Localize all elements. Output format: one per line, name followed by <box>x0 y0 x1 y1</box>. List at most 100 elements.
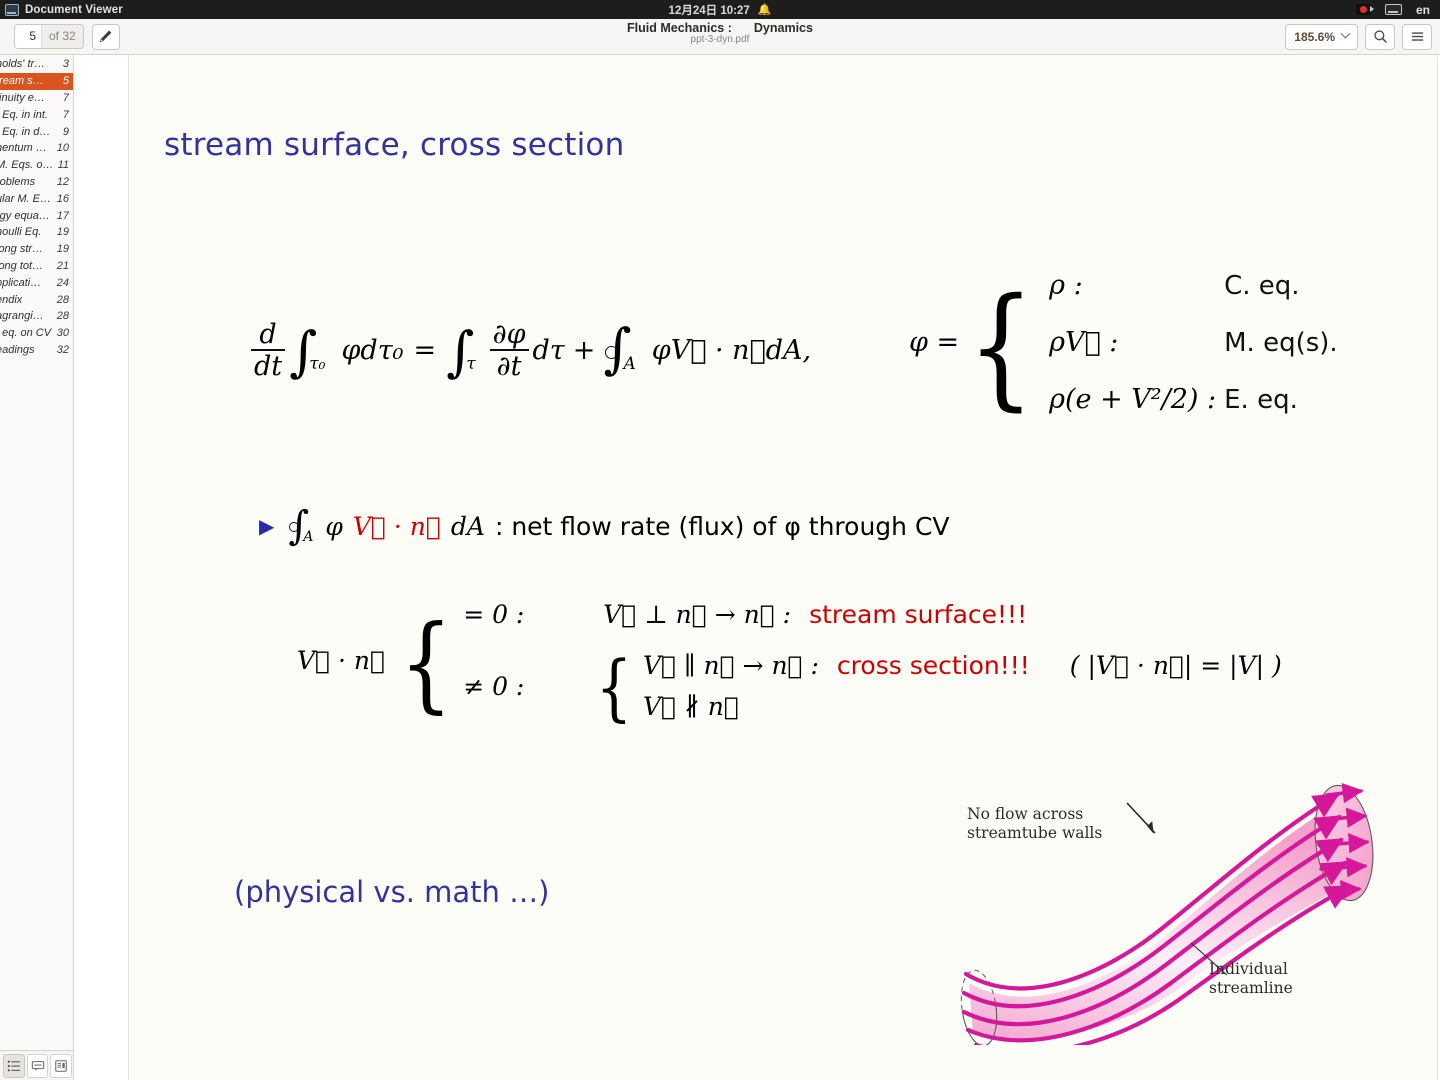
page-number-input[interactable]: 5 <box>15 25 41 48</box>
document-title-main: Fluid Mechanics : <box>627 21 732 35</box>
outline-item[interactable]: roblems 12 <box>0 174 73 191</box>
integral-2-limit: τ <box>466 354 476 375</box>
outline-item-page: 19 <box>56 226 69 239</box>
outline-view-button[interactable] <box>3 1053 25 1078</box>
outline-item[interactable]: endix 28 <box>0 291 73 308</box>
outline-item-page: 11 <box>57 159 69 172</box>
outline-item[interactable]: ular M. E… 16 <box>0 190 73 207</box>
annotation-view-icon <box>31 1060 44 1071</box>
outline-item-page: 10 <box>56 142 69 155</box>
outline-item-label: noulli Eq. <box>0 226 42 239</box>
outline-item[interactable]: . Eq. in d… 9 <box>0 123 73 140</box>
document-filename: ppt-3-dyn.pdf <box>690 34 750 45</box>
outline-item-label: pplicati… <box>0 276 42 289</box>
outline-item-label: ular M. E… <box>0 192 52 205</box>
case-neq0-row: ≠ 0 : { V⃗ ∥ n⃗ → n⃗ : cross section!!! … <box>463 645 1282 729</box>
document-title-sub: Dynamics <box>753 21 813 35</box>
integral-1-body: φdτ₀ <box>341 334 404 366</box>
outline-item-label: nolds' tr… <box>0 58 46 71</box>
outline-item-page: 28 <box>56 310 69 323</box>
bullet-v-dot-n: V⃗ · n⃗ <box>352 512 441 541</box>
outline-item[interactable]: long tot… 21 <box>0 258 73 275</box>
outline-item-page: 19 <box>56 243 69 256</box>
outline-view-icon <box>7 1060 20 1071</box>
outline-item-page: 16 <box>56 192 69 205</box>
document-title: Fluid Mechanics : Dynamics <box>0 21 1440 35</box>
outline-item[interactable]: tream s… 5 <box>0 72 73 90</box>
system-app-entry[interactable]: Document Viewer <box>0 3 123 16</box>
outline-item[interactable]: rgy equa… 17 <box>0 207 73 224</box>
case-eq0-math: V⃗ ⊥ n⃗ → n⃗ : <box>603 600 792 629</box>
slide-content: stream surface, cross section d dt ∫ τ₀ … <box>129 55 1437 1080</box>
case-neq0-subrows: V⃗ ∥ n⃗ → n⃗ : cross section!!! ( |V⃗ · … <box>643 651 1282 721</box>
outline-item-page: 24 <box>56 276 69 289</box>
outline-item[interactable]: tinuity e… 7 <box>0 90 73 107</box>
zoom-level-label: 185.6% <box>1294 29 1335 44</box>
outline-item-label: rgy equa… <box>0 209 50 222</box>
outline-item-label: tinuity e… <box>0 91 45 104</box>
main-menu-button[interactable] <box>1402 23 1432 50</box>
case-neq0-cond: ≠ 0 : <box>463 671 525 701</box>
outline-item[interactable]: noulli Eq. 19 <box>0 224 73 241</box>
search-button[interactable] <box>1365 23 1395 50</box>
outline-item[interactable]: . eq. on CV 30 <box>0 325 73 342</box>
integral-2-body: dτ <box>532 334 565 366</box>
phi-case-label: M. eq(s). <box>1224 327 1338 358</box>
outline-item[interactable]: nentum … 10 <box>0 140 73 157</box>
outline-item[interactable]: eadings 32 <box>0 342 73 359</box>
outline-list[interactable]: nolds' tr… 3 tream s… 5 tinuity e… 7. Eq. in … <box>0 55 73 1050</box>
integral-1-limit: τ₀ <box>309 354 326 375</box>
outline-item-page: 12 <box>56 175 69 188</box>
thumbnail-view-button[interactable] <box>50 1053 73 1078</box>
bell-icon[interactable]: 🔔 <box>758 3 772 16</box>
search-icon <box>1373 30 1387 43</box>
system-clock[interactable]: 12月24日 10:27 <box>669 2 750 18</box>
case-parallel-note: ( |V⃗ · n⃗| = |V| ) <box>1069 651 1282 680</box>
language-indicator[interactable]: en <box>1416 3 1430 17</box>
chevron-down-icon <box>1340 28 1351 39</box>
page-number-control[interactable]: 5 of 32 <box>14 24 84 49</box>
bullet-dA: dA <box>450 512 485 541</box>
case-parallel-result: cross section!!! <box>836 651 1030 680</box>
phi-case-label: C. eq. <box>1224 270 1300 301</box>
outline-item-page: 3 <box>62 58 69 71</box>
phi-case-row: ρ : C. eq. <box>1049 270 1338 301</box>
outline-item[interactable]: M. Eqs. o… 11 <box>0 157 73 174</box>
page-total-label: of 32 <box>41 25 83 48</box>
outline-item-label: tream s… <box>0 75 44 88</box>
outline-item-page: 28 <box>56 293 69 306</box>
system-top-bar: Document Viewer 12月24日 10:27 🔔 en <box>0 0 1440 19</box>
outline-item-label: long tot… <box>0 259 44 272</box>
pdf-page: stream surface, cross section d dt ∫ τ₀ … <box>128 55 1438 1080</box>
cases2-rows: = 0 : V⃗ ⊥ n⃗ → n⃗ : stream surface!!! ≠… <box>463 600 1282 729</box>
record-icon[interactable] <box>1355 4 1374 15</box>
outline-item[interactable]: agrangi… 28 <box>0 308 73 325</box>
outline-item-label: endix <box>0 293 23 306</box>
case-parallel-row: V⃗ ∥ n⃗ → n⃗ : cross section!!! ( |V⃗ · … <box>643 651 1282 680</box>
bullet-description: : net flow rate (flux) of φ through CV <box>494 512 950 541</box>
contour-integral-body: φV⃗ · n⃗dA, <box>651 334 812 366</box>
system-app-title: Document Viewer <box>25 3 123 16</box>
outline-item-page: 17 <box>56 209 69 222</box>
outline-item-page: 7 <box>62 108 69 121</box>
outline-item-label: eadings <box>0 343 35 356</box>
outline-item-page: 32 <box>56 343 69 356</box>
outline-item-label: long str… <box>0 243 44 256</box>
outline-item[interactable]: nolds' tr… 3 <box>0 56 73 73</box>
keyboard-icon[interactable] <box>1384 4 1402 15</box>
annotation-view-button[interactable] <box>26 1053 49 1078</box>
triangle-bullet-icon: ▶ <box>259 513 275 538</box>
zoom-control[interactable]: 185.6% <box>1285 23 1358 50</box>
outline-item[interactable]: pplicati… 24 <box>0 274 73 291</box>
document-scroll-area[interactable]: stream surface, cross section d dt ∫ τ₀ … <box>74 55 1440 1080</box>
outline-item[interactable]: long str… 19 <box>0 241 73 258</box>
phi-case-math: ρV⃗ : <box>1049 327 1119 358</box>
case-eq0-result: stream surface!!! <box>809 600 1028 629</box>
case-nonparallel-row: V⃗ ∦ n⃗ <box>643 692 1282 721</box>
contour-integral-limit: A <box>623 354 636 375</box>
outline-item-label: M. Eqs. o… <box>0 159 54 172</box>
annotate-button[interactable] <box>91 23 120 50</box>
phi-cases-list: ρ : C. eq. ρV⃗ : M. eq(s). ρ(e + V²/2) :… <box>1049 270 1338 415</box>
document-viewer-icon <box>5 3 19 16</box>
outline-item[interactable]: . Eq. in int. 7 <box>0 106 73 123</box>
